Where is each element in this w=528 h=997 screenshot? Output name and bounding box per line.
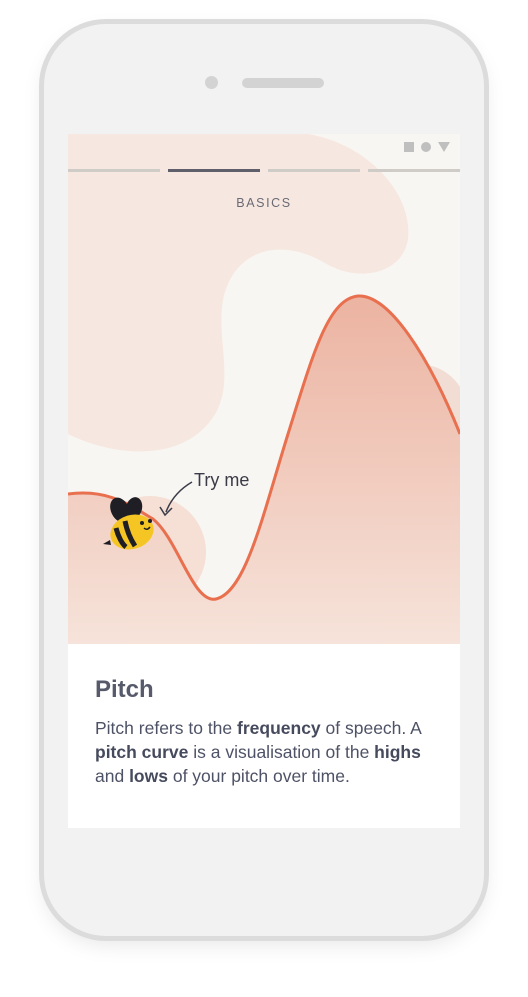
status-bar [404,142,450,152]
circle-icon [421,142,431,152]
body-emphasis: pitch curve [95,742,189,762]
body-text: of your pitch over time. [167,766,350,786]
body-emphasis: lows [129,766,168,786]
progress-segment-3 [268,169,360,172]
app-screen: BASICS Try me Pitch Pitch refers to the … [68,134,460,828]
body-emphasis: highs [374,742,421,762]
body-text: Pitch refers to the [95,718,238,738]
lesson-progress [68,169,460,172]
try-me-hint: Try me [194,470,250,490]
body-emphasis: frequency [237,718,321,738]
progress-segment-1 [68,169,160,172]
progress-segment-4 [368,169,460,172]
card-body: Pitch refers to the frequency of speech.… [95,716,440,788]
card-title: Pitch [95,676,154,703]
section-label: BASICS [236,196,292,210]
progress-segment-2 [168,169,260,172]
triangle-icon [438,142,450,152]
pitch-illustration [68,134,460,644]
square-icon [404,142,414,152]
bee-icon[interactable] [100,496,168,558]
phone-frame: BASICS Try me Pitch Pitch refers to the … [44,24,484,936]
body-text: of speech. A [320,718,421,738]
body-text: is a visualisation of the [188,742,375,762]
speaker-grille [242,78,324,88]
camera-icon [205,76,218,89]
info-card: Pitch Pitch refers to the frequency of s… [68,644,460,828]
body-text: and [95,766,130,786]
